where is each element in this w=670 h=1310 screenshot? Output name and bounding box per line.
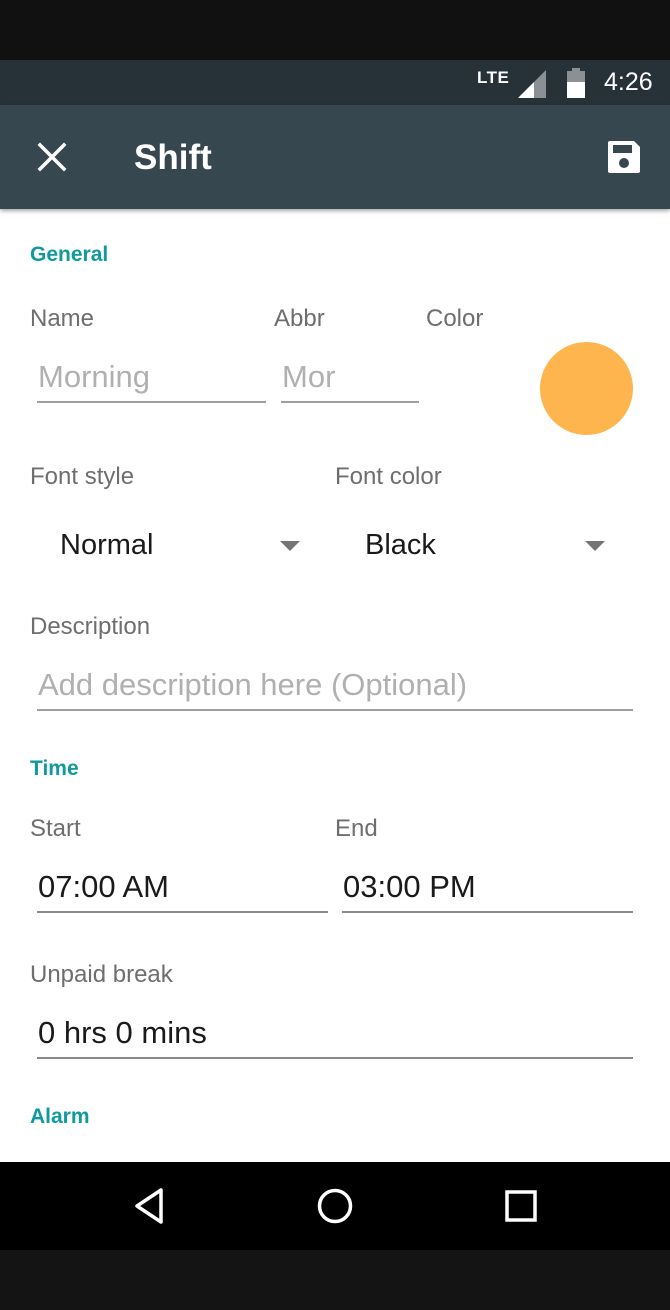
unpaid-break-label: Unpaid break [30,961,173,988]
abbr-label: Abbr [274,305,325,332]
color-label: Color [426,305,484,332]
font-color-dropdown[interactable]: Black [365,521,605,571]
section-time: Time [30,757,79,780]
status-time: 4:26 [604,68,653,96]
app-bar: Shift [0,105,670,209]
network-type: LTE [477,68,510,87]
start-time-field[interactable]: 07:00 AM [37,865,328,913]
start-label: Start [30,815,81,842]
name-placeholder: Morning [38,359,150,394]
abbr-field[interactable]: Mor [281,355,419,403]
save-icon[interactable] [600,133,648,181]
shift-form: General Name Abbr Color Morning Mor Font… [0,209,670,1162]
name-field[interactable]: Morning [37,355,266,403]
close-icon[interactable] [28,133,76,181]
color-picker-swatch[interactable] [540,342,633,435]
end-time-field[interactable]: 03:00 PM [342,865,633,913]
top-bezel [0,0,670,60]
signal-icon [518,70,546,103]
section-alarm: Alarm [30,1105,90,1128]
section-general: General [30,243,109,266]
unpaid-break-value: 0 hrs 0 mins [38,1015,207,1050]
home-icon[interactable] [311,1182,359,1230]
font-color-value: Black [365,529,436,561]
abbr-placeholder: Mor [282,359,336,394]
page-title: Shift [134,138,212,177]
description-field[interactable]: Add description here (Optional) [37,663,633,711]
battery-icon [567,68,585,103]
unpaid-break-field[interactable]: 0 hrs 0 mins [37,1011,633,1059]
description-label: Description [30,613,151,640]
font-style-dropdown[interactable]: Normal [60,521,300,571]
status-bar: LTE 4:26 [0,60,670,105]
end-time-value: 03:00 PM [343,869,476,904]
description-placeholder: Add description here (Optional) [38,667,468,702]
dropdown-arrow-icon [280,541,300,551]
dropdown-arrow-icon [585,541,605,551]
font-style-value: Normal [60,529,154,561]
back-icon[interactable] [126,1182,174,1230]
start-time-value: 07:00 AM [38,869,169,904]
navigation-bar [0,1162,670,1250]
end-label: End [335,815,378,842]
recents-icon[interactable] [497,1182,545,1230]
bottom-bezel [0,1250,670,1310]
name-label: Name [30,305,95,332]
font-color-label: Font color [335,463,442,490]
font-style-label: Font style [30,463,135,490]
